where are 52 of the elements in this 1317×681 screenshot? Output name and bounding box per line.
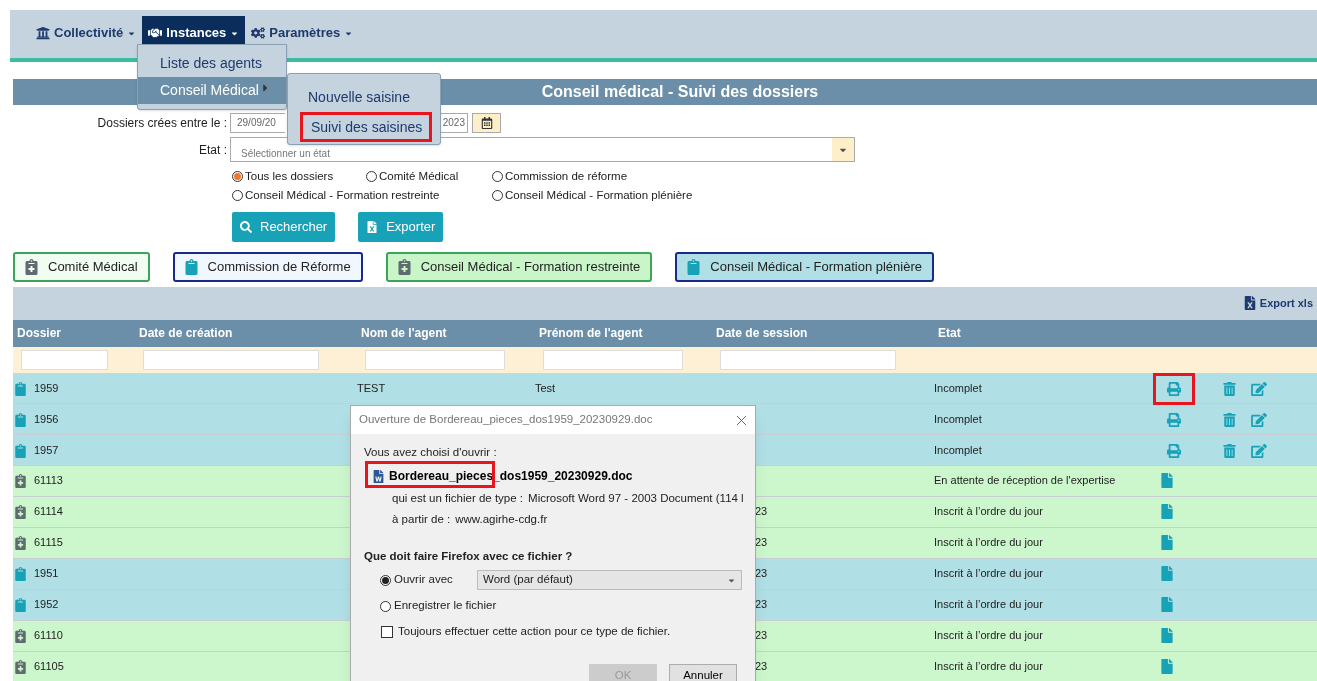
column-header: Date de session xyxy=(715,325,808,342)
radio-label: Enregistrer le fichier xyxy=(394,598,497,614)
table-cell-text: 61113 xyxy=(34,473,63,489)
dialog-title: Ouverture de Bordereau_pieces_dos1959_20230929.doc xyxy=(359,412,653,428)
table-cell-text: En attente de réception de l'expertise xyxy=(934,473,1116,489)
table-cell-text: 23 xyxy=(755,504,768,520)
column-header: Nom de l'agent xyxy=(360,325,447,342)
table-cell-text: Incomplet xyxy=(934,381,982,397)
radio-label: Conseil Médical - Formation restreinte xyxy=(245,188,440,204)
table-cell-text: Inscrit à l’ordre du jour xyxy=(934,659,1043,675)
column-header: Etat xyxy=(937,325,961,342)
date-range-label: Dossiers crées entre le : xyxy=(96,114,228,132)
source-label: à partir de : xyxy=(392,511,451,527)
table-cell-text: 1956 xyxy=(34,412,59,428)
radio-label: Comité Médical xyxy=(379,169,459,184)
table-cell-text: 23 xyxy=(755,659,768,675)
table-cell-text: Inscrit à l’ordre du jour xyxy=(934,535,1043,551)
table-cell-text: Inscrit à l’ordre du jour xyxy=(934,504,1043,520)
select-value: Word (par défaut) xyxy=(483,572,573,588)
table-cell-text: 23 xyxy=(755,597,768,613)
table-cell-text: TEST xyxy=(357,381,386,397)
radio-label: Ouvrir avec xyxy=(394,572,454,588)
table-cell-text: 1957 xyxy=(34,443,59,459)
table-cell-text: 61115 xyxy=(34,535,63,551)
table-cell-text: 23 xyxy=(755,535,768,551)
table-cell-text: 23 xyxy=(755,628,768,644)
table-cell-text: 23 xyxy=(755,566,768,582)
table-cell-text: 61110 xyxy=(34,628,63,644)
checkbox-label: Toujours effectuer cette action pour ce type de fichier. xyxy=(398,624,671,639)
table-cell-text: Inscrit à l’ordre du jour xyxy=(934,628,1043,644)
column-header: Date de création xyxy=(138,325,233,342)
table-cell-text: 61105 xyxy=(34,659,64,675)
table-cell-text: 1952 xyxy=(34,597,59,613)
table-cell-text: Inscrit à l’ordre du jour xyxy=(934,566,1043,582)
table-cell-text: 1951 xyxy=(34,566,59,582)
dialog-intro: Vous avez choisi d'ouvrir : xyxy=(364,445,498,460)
table-cell-text: 1959 xyxy=(34,381,59,397)
table-cell-text: 61114 xyxy=(34,504,63,520)
source-value: www.agirhe-cdg.fr xyxy=(455,511,548,527)
table-cell-text: Inscrit à l’ordre du jour xyxy=(934,597,1043,613)
file-type-label: qui est un fichier de type : xyxy=(392,491,524,507)
table-cell-text: Test xyxy=(535,381,556,397)
radio-label: Conseil Médical - Formation plénière xyxy=(505,188,693,204)
file-type-value: Microsoft Word 97 - 2003 Document (114 l xyxy=(528,491,744,507)
radio-label: Commission de réforme xyxy=(505,169,628,184)
table-cell-text: Incomplet xyxy=(934,412,982,428)
column-header: Dossier xyxy=(16,325,62,342)
column-header: Prénom de l'agent xyxy=(538,325,643,342)
radio-label: Tous les dossiers xyxy=(245,169,334,184)
table-cell-text: Incomplet xyxy=(934,443,982,459)
etat-label: Etat : xyxy=(198,141,228,159)
select-placeholder: Sélectionner un état xyxy=(240,148,330,161)
